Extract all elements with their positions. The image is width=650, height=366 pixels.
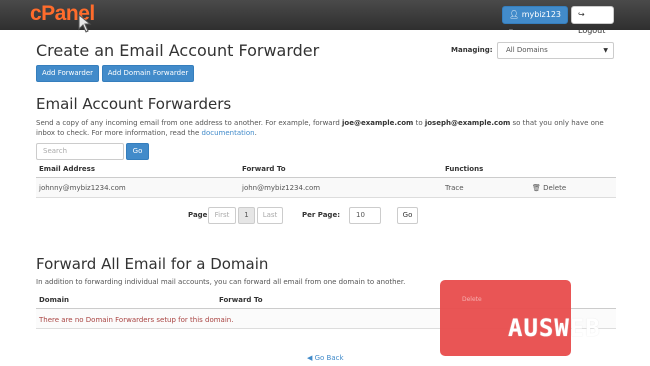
chevron-down-icon: ▼ <box>603 47 608 54</box>
empty-domain-forwarders-message: There are no Domain Forwarders setup for… <box>39 316 234 324</box>
logout-button[interactable]: ↪ Logout <box>571 6 614 35</box>
column-header-domain: Domain <box>39 296 70 304</box>
row-forward-to: john@mybiz1234.com <box>242 184 321 192</box>
domain-forwarders-title: Forward All Email for a Domain <box>36 255 269 273</box>
column-header-forward-to: Forward To <box>242 165 286 173</box>
cpanel-logo[interactable]: cPanel <box>30 2 95 33</box>
go-back-link[interactable]: ◀ Go Back <box>307 354 344 362</box>
first-page-button[interactable]: First <box>208 207 236 224</box>
back-arrow-icon: ◀ <box>307 354 313 362</box>
cursor-icon <box>78 13 92 33</box>
row-email: johnny@mybiz1234.com <box>39 184 126 192</box>
column-header-domain-forward-to: Forward To <box>219 296 263 304</box>
logout-icon: ↪ <box>578 10 585 19</box>
trace-link[interactable]: Trace <box>445 184 464 192</box>
page-title: Create an Email Account Forwarder <box>36 41 320 60</box>
domain-select[interactable]: All Domains ▼ <box>497 42 614 59</box>
current-page-button[interactable]: 1 <box>238 207 255 224</box>
column-header-email: Email Address <box>39 165 96 173</box>
per-page-label: Per Page: <box>302 211 340 219</box>
search-go-button[interactable]: Go <box>126 143 149 160</box>
domain-select-value: All Domains <box>506 46 548 54</box>
last-page-button[interactable]: Last <box>257 207 283 224</box>
search-input[interactable]: Search <box>36 143 124 160</box>
add-domain-forwarder-button[interactable]: Add Domain Forwarder <box>102 65 194 82</box>
trash-icon: 🗑︎ <box>532 184 541 192</box>
column-header-functions: Functions <box>445 165 484 173</box>
delete-link[interactable]: 🗑︎ Delete <box>532 184 566 192</box>
logout-label: Logout <box>578 26 606 35</box>
user-icon: 👤︎ <box>509 10 520 19</box>
add-forwarder-button[interactable]: Add Forwarder <box>36 65 99 82</box>
page-label: Page: <box>188 211 211 219</box>
email-forwarders-title: Email Account Forwarders <box>36 95 232 113</box>
managing-label: Managing: <box>451 46 493 54</box>
watermark-text: AUSWEB <box>508 314 601 342</box>
column-header-delete: Delete <box>462 296 482 303</box>
per-page-input[interactable]: 10 <box>349 207 381 224</box>
top-bar: cPanel 👤︎ mybiz123 ▼ ↪ Logout <box>0 0 650 35</box>
documentation-link[interactable]: documentation <box>202 129 255 137</box>
chevron-down-icon: ▼ <box>509 29 513 35</box>
user-label: mybiz123 <box>521 10 561 19</box>
email-forwarders-description: Send a copy of any incoming email from o… <box>36 119 604 137</box>
table-row-divider <box>36 197 616 198</box>
per-page-go-button[interactable]: Go <box>397 207 418 224</box>
user-menu-button[interactable]: 👤︎ mybiz123 ▼ <box>502 6 568 35</box>
